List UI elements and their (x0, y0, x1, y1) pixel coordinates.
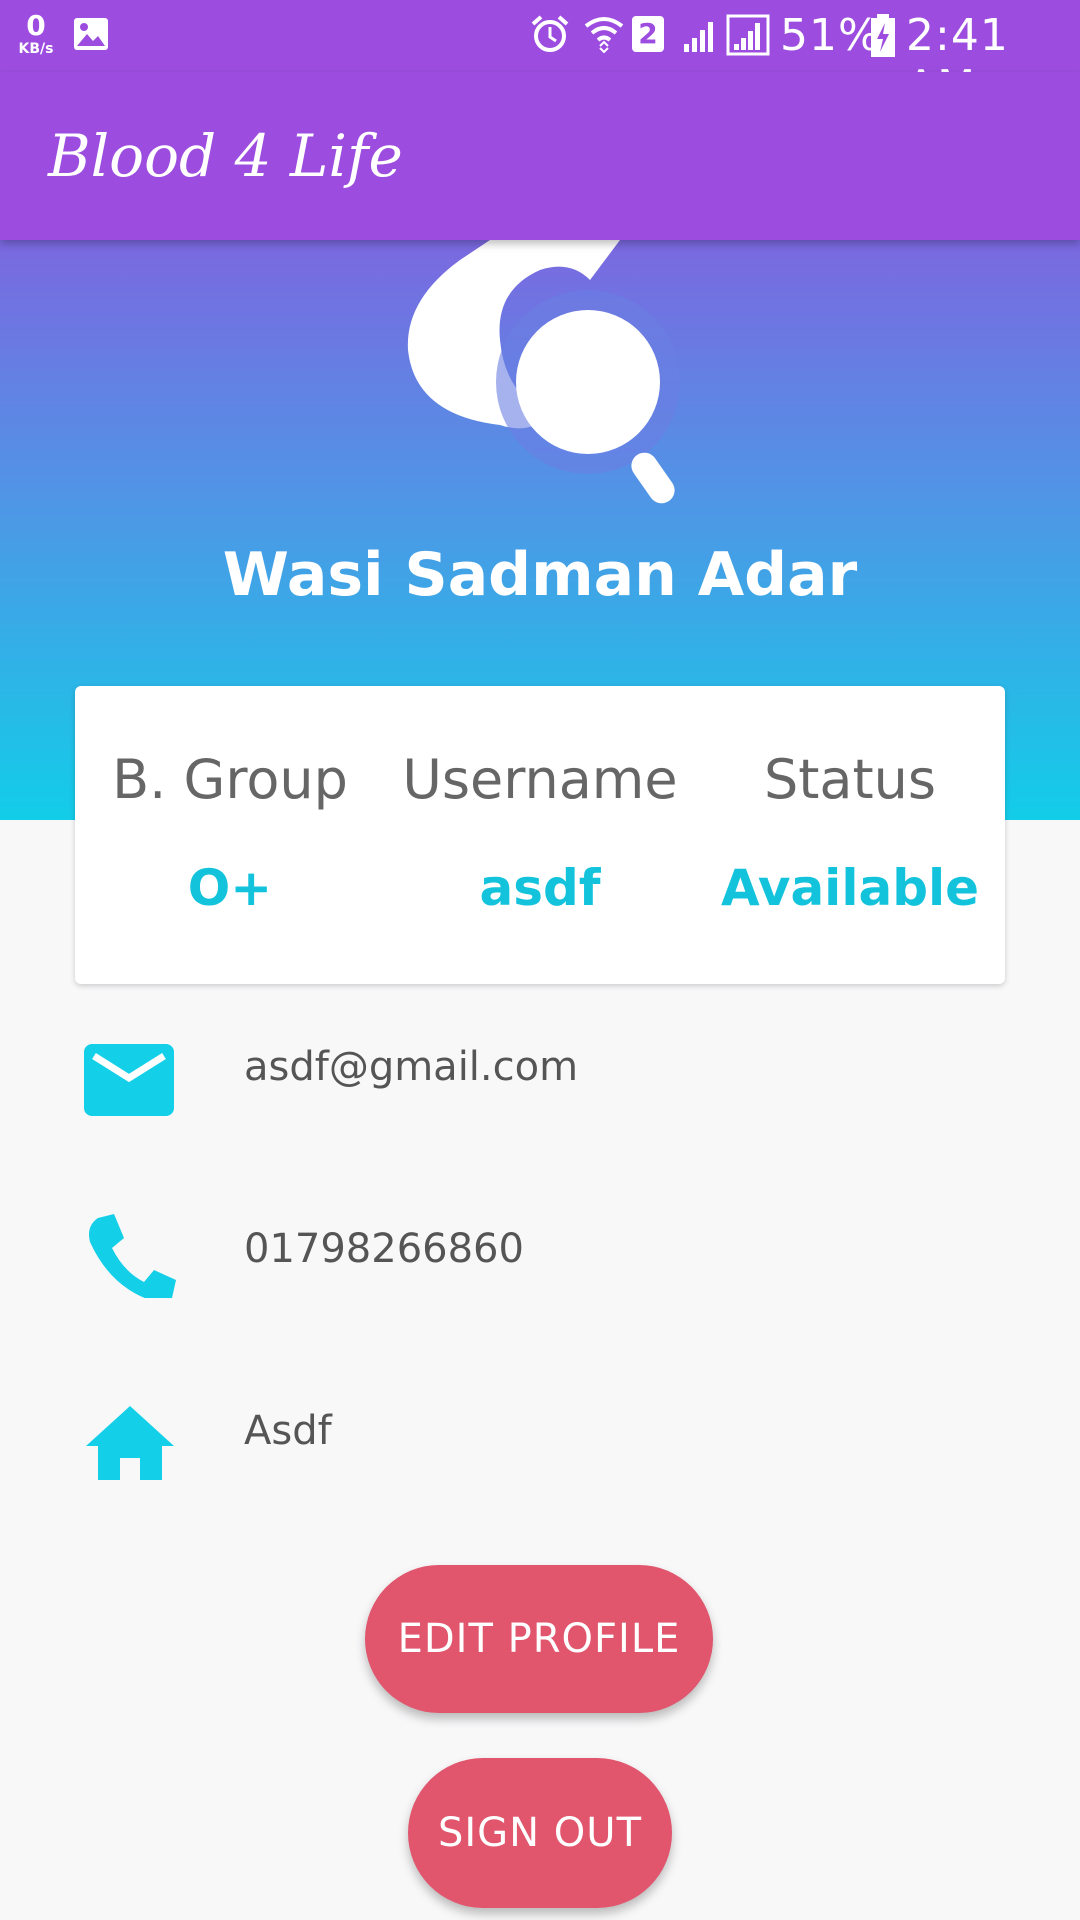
status-label: Status (763, 748, 937, 811)
network-speed: 0 KB/s (14, 9, 58, 57)
sign-out-button[interactable]: SIGN OUT (408, 1758, 672, 1908)
blood-drop-search-icon (407, 240, 680, 504)
info-card: B. Group O+ Username asdf Status Availab… (75, 686, 1005, 984)
signal-icon (726, 14, 770, 56)
home-icon (86, 1406, 174, 1480)
app-title: Blood 4 Life (48, 122, 403, 190)
edit-profile-button[interactable]: EDIT PROFILE (365, 1565, 713, 1713)
blood-group-column: B. Group O+ (75, 686, 385, 917)
network-speed-value: 0 (26, 9, 46, 42)
sim-badge-icon: 2 (632, 16, 664, 52)
status-bar: 0 KB/s 2 51% 2:41 AM (0, 0, 1080, 112)
address-text: Asdf (244, 1408, 332, 1454)
phone-icon (89, 1214, 176, 1298)
email-text: asdf@gmail.com (244, 1044, 579, 1090)
blood-group-label: B. Group (112, 748, 348, 811)
image-icon (74, 18, 108, 50)
phone-text: 01798266860 (244, 1226, 524, 1272)
username-value: asdf (479, 859, 601, 917)
email-row: asdf@gmail.com (0, 1016, 1080, 1126)
battery-charging-icon (871, 14, 895, 57)
address-row: Asdf (0, 1380, 1080, 1490)
username-column: Username asdf (385, 686, 695, 917)
phone-row: 01798266860 (0, 1198, 1080, 1308)
mail-icon (84, 1044, 174, 1116)
blood-group-value: O+ (187, 859, 273, 917)
signal-icon (684, 22, 713, 52)
app-bar: Blood 4 Life (0, 72, 1080, 240)
status-column: Status Available (695, 686, 1005, 917)
wifi-icon (584, 17, 624, 54)
battery-percentage: 51% (780, 10, 881, 61)
status-value: Available (720, 859, 980, 917)
username-label: Username (402, 748, 678, 811)
network-speed-unit: KB/s (18, 41, 54, 57)
profile-name: Wasi Sadman Adar (222, 540, 858, 610)
alarm-icon (531, 15, 569, 52)
